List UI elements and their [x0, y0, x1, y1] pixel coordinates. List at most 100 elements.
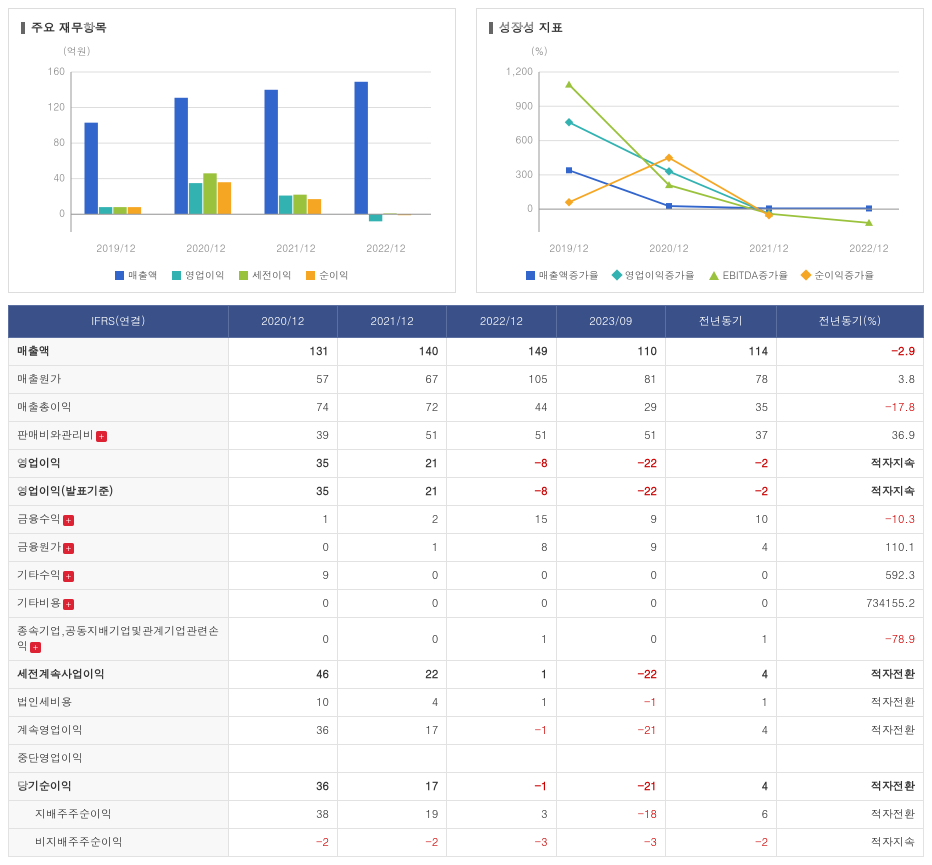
cell: -2.9	[777, 338, 924, 366]
table-row: 금융수익+1215910-10.3	[9, 506, 924, 534]
svg-text:900: 900	[516, 98, 534, 112]
cell: 10	[665, 506, 776, 534]
cell: 2	[337, 506, 446, 534]
panel-financial-items: 주요 재무항목 (억원) 040801201602019/122020/1220…	[8, 8, 456, 293]
svg-text:2021/12: 2021/12	[749, 241, 788, 255]
cell: 51	[447, 422, 556, 450]
cell: 9	[556, 534, 665, 562]
table-row: 매출원가576710581783.8	[9, 366, 924, 394]
cell: 0	[337, 590, 446, 618]
cell: 29	[556, 394, 665, 422]
table-row: 지배주주순이익38193-186적자전환	[9, 801, 924, 829]
svg-text:2020/12: 2020/12	[649, 241, 688, 255]
cell: -8	[447, 478, 556, 506]
row-label: 기타수익+	[9, 562, 229, 590]
cell: -21	[556, 773, 665, 801]
line-legend: 매출액증가율 영업이익증가율 EBITDA증가율 순이익증가율	[489, 268, 911, 282]
col-header: 2021/12	[337, 306, 446, 338]
top-charts-row: 주요 재무항목 (억원) 040801201602019/122020/1220…	[8, 8, 924, 293]
cell: 37	[665, 422, 776, 450]
svg-text:160: 160	[48, 64, 66, 78]
cell: 39	[228, 422, 337, 450]
expand-icon[interactable]: +	[63, 571, 74, 582]
panel-growth-indicators: 성장성 지표 (%) 03006009001,2002019/122020/12…	[476, 8, 924, 293]
cell: 81	[556, 366, 665, 394]
svg-text:2021/12: 2021/12	[276, 241, 315, 255]
table-row: 법인세비용1041-11적자전환	[9, 689, 924, 717]
row-label: 계속영업이익	[9, 717, 229, 745]
cell: -1	[556, 689, 665, 717]
table-row: 당기순이익3617-1-214적자전환	[9, 773, 924, 801]
cell: 35	[665, 394, 776, 422]
legend-item: 영업이익증가율	[613, 268, 695, 282]
svg-text:0: 0	[527, 201, 533, 215]
cell: 78	[665, 366, 776, 394]
cell: 0	[228, 590, 337, 618]
expand-icon[interactable]: +	[63, 543, 74, 554]
cell: 4	[665, 534, 776, 562]
panel-title: 성장성 지표	[489, 19, 911, 36]
cell: 114	[665, 338, 776, 366]
cell: 734155.2	[777, 590, 924, 618]
cell: 4	[337, 689, 446, 717]
svg-text:1,200: 1,200	[506, 64, 533, 78]
cell: 3	[447, 801, 556, 829]
cell: 36.9	[777, 422, 924, 450]
cell: -8	[447, 450, 556, 478]
svg-text:80: 80	[53, 135, 65, 149]
financial-table: IFRS(연결)2020/122021/122022/122023/09전년동기…	[8, 305, 924, 857]
cell: 4	[665, 717, 776, 745]
cell: 적자전환	[777, 717, 924, 745]
cell: 36	[228, 773, 337, 801]
svg-text:40: 40	[53, 171, 65, 185]
svg-text:2020/12: 2020/12	[186, 241, 225, 255]
cell: 21	[337, 478, 446, 506]
row-label: 당기순이익	[9, 773, 229, 801]
cell: 적자지속	[777, 478, 924, 506]
cell: 38	[228, 801, 337, 829]
cell: 51	[556, 422, 665, 450]
expand-icon[interactable]: +	[63, 599, 74, 610]
cell: 0	[556, 618, 665, 661]
cell: -1	[447, 773, 556, 801]
table-row: 매출액131140149110114-2.9	[9, 338, 924, 366]
table-row: 세전계속사업이익46221-224적자전환	[9, 661, 924, 689]
cell: -78.9	[777, 618, 924, 661]
cell: 22	[337, 661, 446, 689]
cell: -21	[556, 717, 665, 745]
cell: -22	[556, 661, 665, 689]
svg-text:0: 0	[59, 206, 65, 220]
cell: 10	[228, 689, 337, 717]
legend-item: 세전이익	[239, 268, 292, 282]
cell: -22	[556, 478, 665, 506]
cell: -3	[447, 829, 556, 857]
row-label: 종속기업,공동지배기업및관계기업관련손익+	[9, 618, 229, 661]
bar-legend: 매출액 영업이익 세전이익 순이익	[21, 268, 443, 282]
cell	[228, 745, 337, 773]
cell: -17.8	[777, 394, 924, 422]
cell: 131	[228, 338, 337, 366]
legend-item: 영업이익	[172, 268, 225, 282]
svg-text:2022/12: 2022/12	[366, 241, 405, 255]
cell: -2	[337, 829, 446, 857]
expand-icon[interactable]: +	[63, 515, 74, 526]
svg-text:300: 300	[516, 167, 534, 181]
cell	[556, 745, 665, 773]
cell: 74	[228, 394, 337, 422]
cell: 0	[665, 590, 776, 618]
expand-icon[interactable]: +	[96, 431, 107, 442]
table-head: IFRS(연결)2020/122021/122022/122023/09전년동기…	[9, 306, 924, 338]
table-row: 기타비용+00000734155.2	[9, 590, 924, 618]
expand-icon[interactable]: +	[30, 642, 41, 653]
row-label: 영업이익(발표기준)	[9, 478, 229, 506]
table-row: 영업이익3521-8-22-2적자지속	[9, 450, 924, 478]
cell: 1	[228, 506, 337, 534]
y-unit: (%)	[531, 44, 911, 58]
row-label: 금융원가+	[9, 534, 229, 562]
row-label: 세전계속사업이익	[9, 661, 229, 689]
table-row: 판매비와관리비+395151513736.9	[9, 422, 924, 450]
legend-item: 순이익증가율	[802, 268, 874, 282]
row-label: 법인세비용	[9, 689, 229, 717]
cell: 35	[228, 450, 337, 478]
cell: -1	[447, 717, 556, 745]
